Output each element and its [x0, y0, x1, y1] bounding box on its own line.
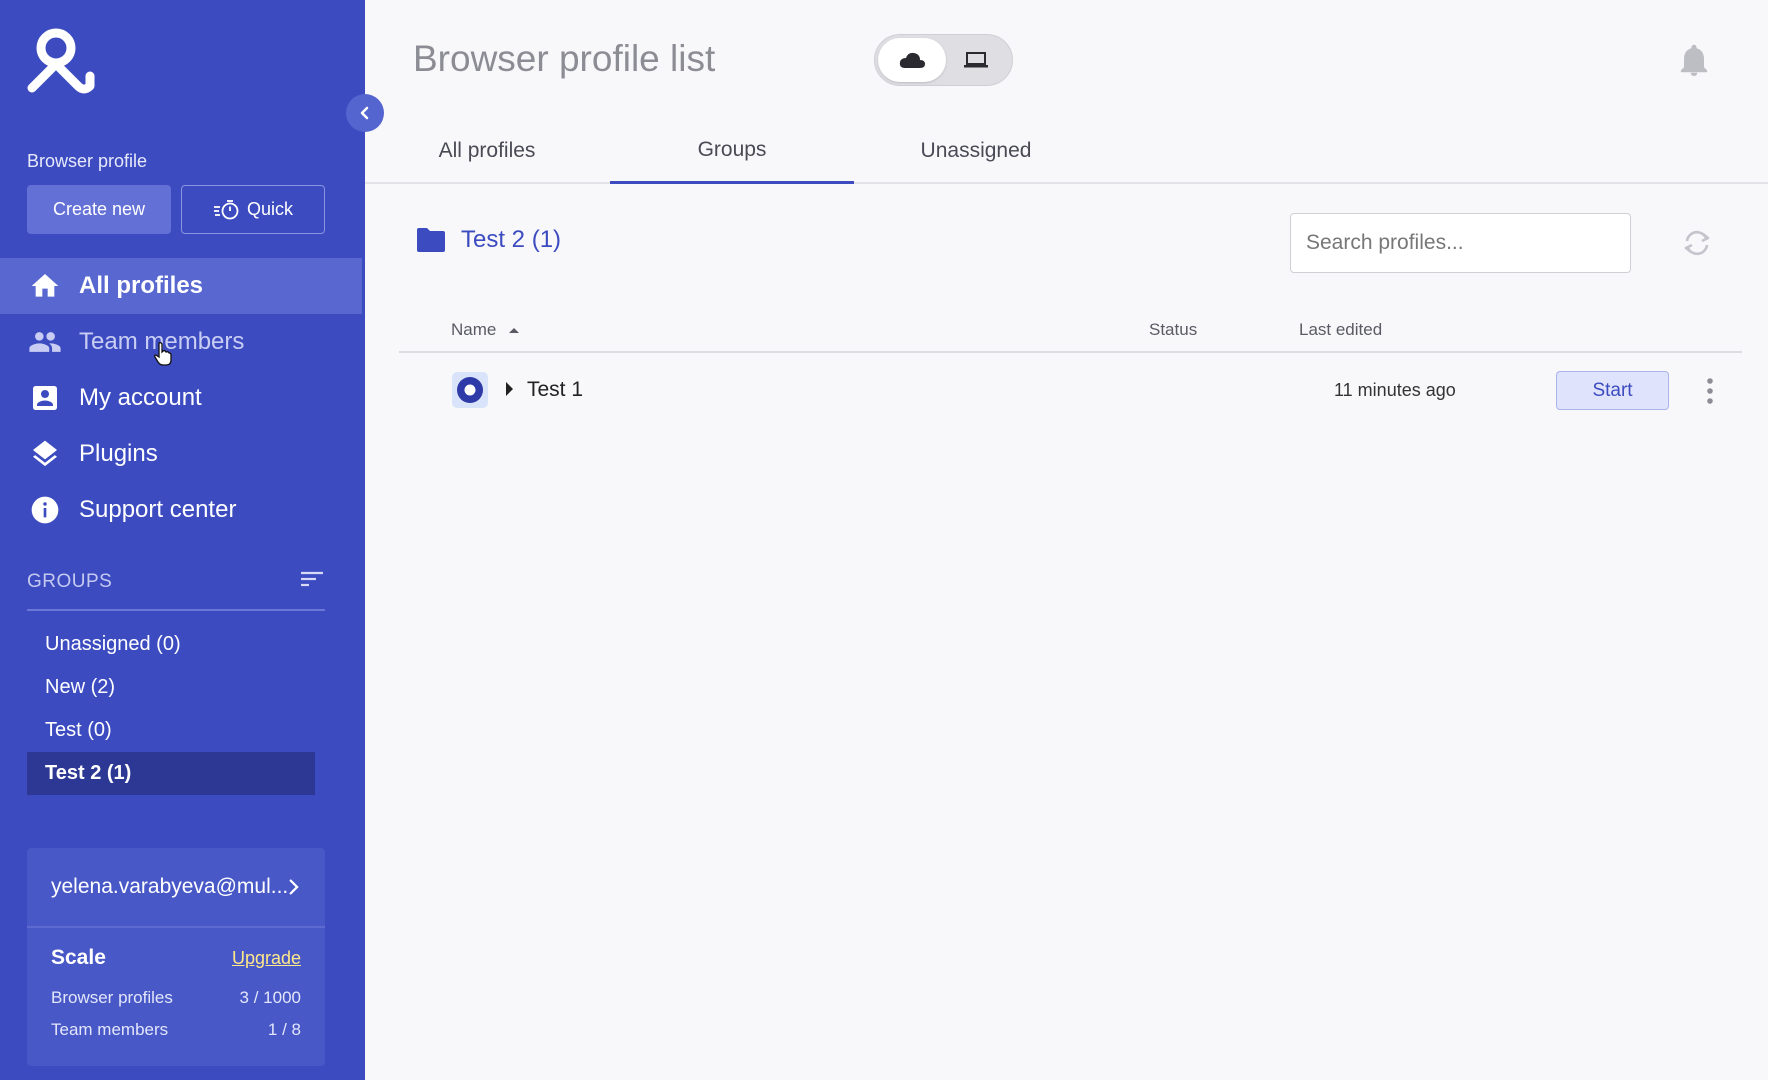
cloud-icon — [899, 52, 925, 68]
main-content: Browser profile list All profiles Groups… — [365, 0, 1768, 1080]
column-label: Name — [451, 320, 497, 339]
sidebar-item-all-profiles[interactable]: All profiles — [0, 258, 362, 314]
start-button[interactable]: Start — [1556, 371, 1669, 410]
stat-label: Browser profiles — [51, 988, 173, 1007]
tab-unassigned[interactable]: Unassigned — [854, 118, 1098, 184]
stat-value: 1 / 8 — [267, 1020, 301, 1039]
page-title: Browser profile list — [413, 38, 716, 79]
storage-toggle[interactable] — [874, 34, 1013, 86]
browser-profile-label: Browser profile — [27, 151, 148, 171]
group-item-unassigned[interactable]: Unassigned (0) — [27, 623, 315, 666]
tab-groups[interactable]: Groups — [610, 118, 854, 184]
group-heading: Test 2 (1) — [415, 226, 561, 254]
home-icon — [28, 269, 62, 303]
chevron-left-icon — [360, 106, 369, 120]
sidebar-item-label: Support center — [79, 496, 237, 523]
local-option[interactable] — [942, 38, 1010, 82]
browser-profile-icon — [452, 372, 488, 408]
people-icon — [28, 325, 62, 359]
last-edited: 11 minutes ago — [1334, 380, 1456, 400]
tab-all-profiles[interactable]: All profiles — [365, 118, 609, 184]
plan-name: Scale — [51, 946, 106, 969]
plan-row: Scale Upgrade — [27, 928, 325, 970]
sort-icon[interactable] — [299, 569, 325, 594]
profile-name: Test 1 — [527, 378, 584, 401]
search-input[interactable] — [1290, 213, 1631, 273]
stat-label: Team members — [51, 1020, 169, 1039]
hand-cursor-icon — [154, 342, 172, 366]
column-status-header[interactable]: Status — [1149, 320, 1197, 340]
groups-divider — [27, 609, 325, 611]
profile-tabs: All profiles Groups Unassigned — [365, 118, 1768, 184]
folder-icon — [417, 228, 445, 252]
upgrade-link[interactable]: Upgrade — [232, 948, 301, 969]
account-card: yelena.varabyeva@mul... Scale Upgrade Br… — [27, 848, 325, 1066]
stat-team-members: Team members 1 / 8 — [27, 1020, 325, 1040]
account-email: yelena.varabyeva@mul... — [51, 875, 289, 898]
stat-browser-profiles: Browser profiles 3 / 1000 — [27, 988, 325, 1008]
sidebar-item-team-members[interactable]: Team members — [0, 314, 362, 370]
sidebar-item-plugins[interactable]: Plugins — [0, 426, 362, 482]
info-icon — [28, 493, 62, 527]
account-menu-button[interactable]: yelena.varabyeva@mul... — [27, 848, 325, 928]
sort-ascending-icon — [509, 328, 520, 333]
laptop-icon — [964, 52, 988, 68]
group-item-new[interactable]: New (2) — [27, 666, 315, 709]
quick-label: Quick — [246, 199, 293, 219]
refresh-icon[interactable] — [1681, 228, 1713, 263]
group-item-test-2[interactable]: Test 2 (1) — [27, 752, 315, 795]
sidebar-item-my-account[interactable]: My account — [0, 370, 362, 426]
sidebar-item-label: My account — [79, 384, 202, 411]
sidebar-nav: All profiles Team members My account Plu… — [0, 258, 362, 538]
group-title: Test 2 (1) — [461, 226, 562, 253]
layers-icon — [28, 437, 62, 471]
more-options-icon[interactable] — [1706, 378, 1714, 409]
sidebar-item-label: All profiles — [79, 272, 204, 299]
sidebar: Browser profile Create new Quick All pro… — [0, 0, 384, 1080]
cloud-option[interactable] — [878, 38, 946, 82]
chevron-right-icon — [289, 879, 299, 895]
sidebar-item-label: Plugins — [79, 440, 158, 467]
expand-arrow-icon[interactable] — [503, 380, 515, 403]
stopwatch-icon — [213, 199, 239, 219]
create-new-button[interactable]: Create new — [27, 185, 171, 234]
app-logo[interactable] — [26, 24, 102, 100]
groups-list: Unassigned (0) New (2) Test (0) Test 2 (… — [27, 623, 315, 795]
notifications-bell-icon[interactable] — [1679, 44, 1709, 83]
quick-button[interactable]: Quick — [181, 185, 325, 234]
groups-header: GROUPS — [27, 569, 325, 594]
sidebar-item-support-center[interactable]: Support center — [0, 482, 362, 538]
account-box-icon — [28, 381, 62, 415]
groups-label: GROUPS — [27, 570, 113, 592]
collapse-sidebar-button[interactable] — [346, 94, 384, 132]
table-row[interactable]: Test 1 11 minutes ago Start — [399, 354, 1742, 426]
group-item-test[interactable]: Test (0) — [27, 709, 315, 752]
column-name-header[interactable]: Name — [451, 320, 521, 340]
stat-value: 3 / 1000 — [239, 988, 301, 1007]
table-header: Name Status Last edited — [399, 310, 1742, 353]
column-last-edited-header[interactable]: Last edited — [1299, 320, 1382, 340]
